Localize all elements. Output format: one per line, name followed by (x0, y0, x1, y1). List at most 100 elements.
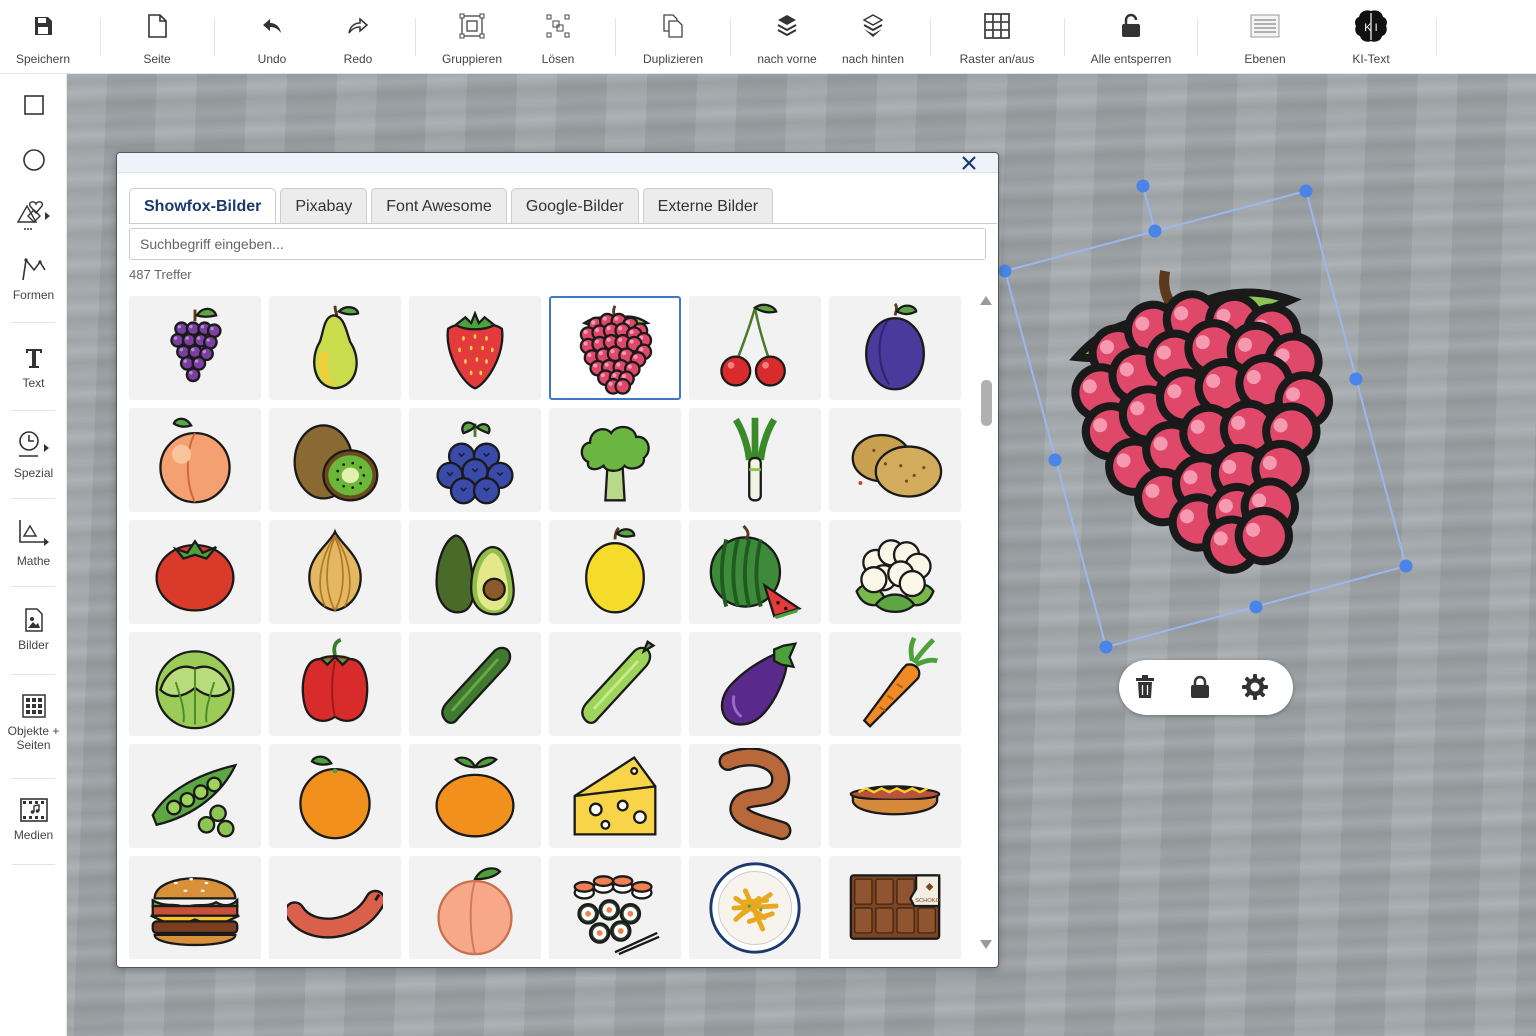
special-tool[interactable]: Spezial (0, 430, 67, 480)
cucumber-light-image (581, 640, 656, 725)
image-tile-kiwi[interactable] (269, 408, 401, 512)
image-tile-fries-plate[interactable] (689, 856, 821, 959)
image-tile-cheese[interactable] (549, 744, 681, 848)
resize-handle[interactable] (1399, 559, 1413, 573)
resize-handle[interactable] (1349, 372, 1363, 386)
image-tile-bell-pepper[interactable] (269, 632, 401, 736)
image-tile-onion[interactable] (269, 520, 401, 624)
image-tile-tomato[interactable] (129, 520, 261, 624)
duplicate-icon (663, 14, 683, 38)
tab-pixabay[interactable]: Pixabay (280, 188, 368, 224)
redo-button[interactable]: Redo (323, 0, 393, 74)
settings-button[interactable] (1241, 673, 1269, 701)
page-button[interactable]: Seite (122, 0, 192, 74)
image-tile-broccoli[interactable] (549, 408, 681, 512)
unlock-all-button[interactable]: Alle entsperren (1086, 0, 1176, 74)
shapes-tool[interactable] (0, 198, 67, 232)
toolbar-divider (615, 18, 616, 56)
raspberry-image[interactable] (1050, 239, 1366, 598)
image-tile-sausage[interactable] (269, 856, 401, 959)
image-tile-pear[interactable] (269, 296, 401, 400)
layers-button[interactable]: Ebenen (1230, 0, 1300, 74)
image-tile-peas[interactable] (129, 744, 261, 848)
image-tile-cauliflower[interactable] (829, 520, 961, 624)
rotate-handle[interactable] (1136, 179, 1150, 193)
group-button[interactable]: Gruppieren (437, 0, 507, 74)
ungroup-button[interactable]: Lösen (523, 0, 593, 74)
image-tile-sushi[interactable] (549, 856, 681, 959)
image-picker-dialog: Showfox-Bilder Pixabay Font Awesome Goog… (116, 152, 999, 968)
image-tile-potatoes[interactable] (829, 408, 961, 512)
image-tile-plum[interactable] (829, 296, 961, 400)
image-tile-cucumber-light[interactable] (549, 632, 681, 736)
image-tile-raspberry[interactable] (549, 296, 681, 400)
image-tile-sausage-curved[interactable] (689, 744, 821, 848)
image-tile-burger[interactable] (129, 856, 261, 959)
image-tile-chocolate[interactable]: SCHOKO (829, 856, 961, 959)
image-tile-blueberries[interactable] (409, 408, 541, 512)
tangerine-image (435, 756, 515, 838)
image-tile-cherries[interactable] (689, 296, 821, 400)
resize-handle[interactable] (1048, 453, 1062, 467)
ai-text-button[interactable]: K I KI-Text (1336, 0, 1406, 74)
image-tile-eggplant[interactable] (689, 632, 821, 736)
tab-google-images[interactable]: Google-Bilder (510, 188, 639, 224)
burger-image (150, 877, 240, 947)
image-tile-avocado[interactable] (409, 520, 541, 624)
save-icon (35, 17, 52, 35)
image-tile-orange[interactable] (269, 744, 401, 848)
images-tool[interactable]: Bilder (0, 608, 67, 652)
image-tile-peach-whole[interactable] (409, 856, 541, 959)
tab-font-awesome[interactable]: Font Awesome (371, 188, 507, 224)
cucumber-image (441, 646, 512, 725)
send-backward-button[interactable]: nach hinten (838, 0, 908, 74)
image-tile-leek[interactable] (689, 408, 821, 512)
resize-handle[interactable] (1099, 640, 1113, 654)
bring-forward-button[interactable]: nach vorne (752, 0, 822, 74)
image-tile-lemon[interactable] (549, 520, 681, 624)
scroll-down-arrow[interactable] (979, 939, 993, 951)
resize-handle[interactable] (1148, 224, 1162, 238)
fries-plate-image (709, 862, 801, 954)
media-tool[interactable]: Medien (0, 798, 67, 842)
save-button[interactable]: Speichern (8, 0, 78, 74)
selected-object[interactable] (995, 170, 1425, 660)
image-tile-lettuce[interactable] (129, 632, 261, 736)
duplicate-button[interactable]: Duplizieren (638, 0, 708, 74)
ai-brain-icon: K I (1355, 10, 1387, 42)
scrollbar-thumb[interactable] (981, 380, 992, 426)
image-tile-tangerine[interactable] (409, 744, 541, 848)
close-icon[interactable] (960, 154, 978, 172)
image-tile-cucumber[interactable] (409, 632, 541, 736)
math-tool[interactable]: Mathe (0, 518, 67, 568)
tab-showfox-images[interactable]: Showfox-Bilder (129, 188, 277, 224)
objects-grid-icon (21, 694, 46, 718)
sidebar-divider (12, 498, 55, 499)
lock-button[interactable] (1186, 673, 1214, 701)
sidebar-divider (12, 864, 55, 865)
sushi-image (573, 875, 660, 956)
group-icon (459, 13, 485, 39)
objects-pages-tool[interactable]: Objekte + Seiten (0, 694, 67, 752)
image-tile-hotdog[interactable] (829, 744, 961, 848)
image-tile-peach[interactable] (129, 408, 261, 512)
scroll-up-arrow[interactable] (979, 294, 993, 306)
sidebar-divider (12, 778, 55, 779)
resize-handle[interactable] (998, 264, 1012, 278)
pear-image (313, 305, 360, 390)
resize-handle[interactable] (1249, 600, 1263, 614)
undo-button[interactable]: Undo (237, 0, 307, 74)
image-tile-grapes[interactable] (129, 296, 261, 400)
forms-tool[interactable]: Formen (0, 256, 67, 302)
image-tile-strawberry[interactable] (409, 296, 541, 400)
image-tile-watermelon[interactable] (689, 520, 821, 624)
image-tile-carrot[interactable] (829, 632, 961, 736)
grid-toggle-button[interactable]: Raster an/aus (952, 0, 1042, 74)
circle-tool[interactable] (0, 148, 67, 172)
rectangle-tool[interactable] (0, 94, 67, 116)
delete-button[interactable] (1131, 673, 1159, 701)
tab-external-images[interactable]: Externe Bilder (642, 188, 774, 224)
text-tool[interactable]: Text (0, 346, 67, 390)
resize-handle[interactable] (1299, 184, 1313, 198)
search-input[interactable] (129, 228, 986, 260)
